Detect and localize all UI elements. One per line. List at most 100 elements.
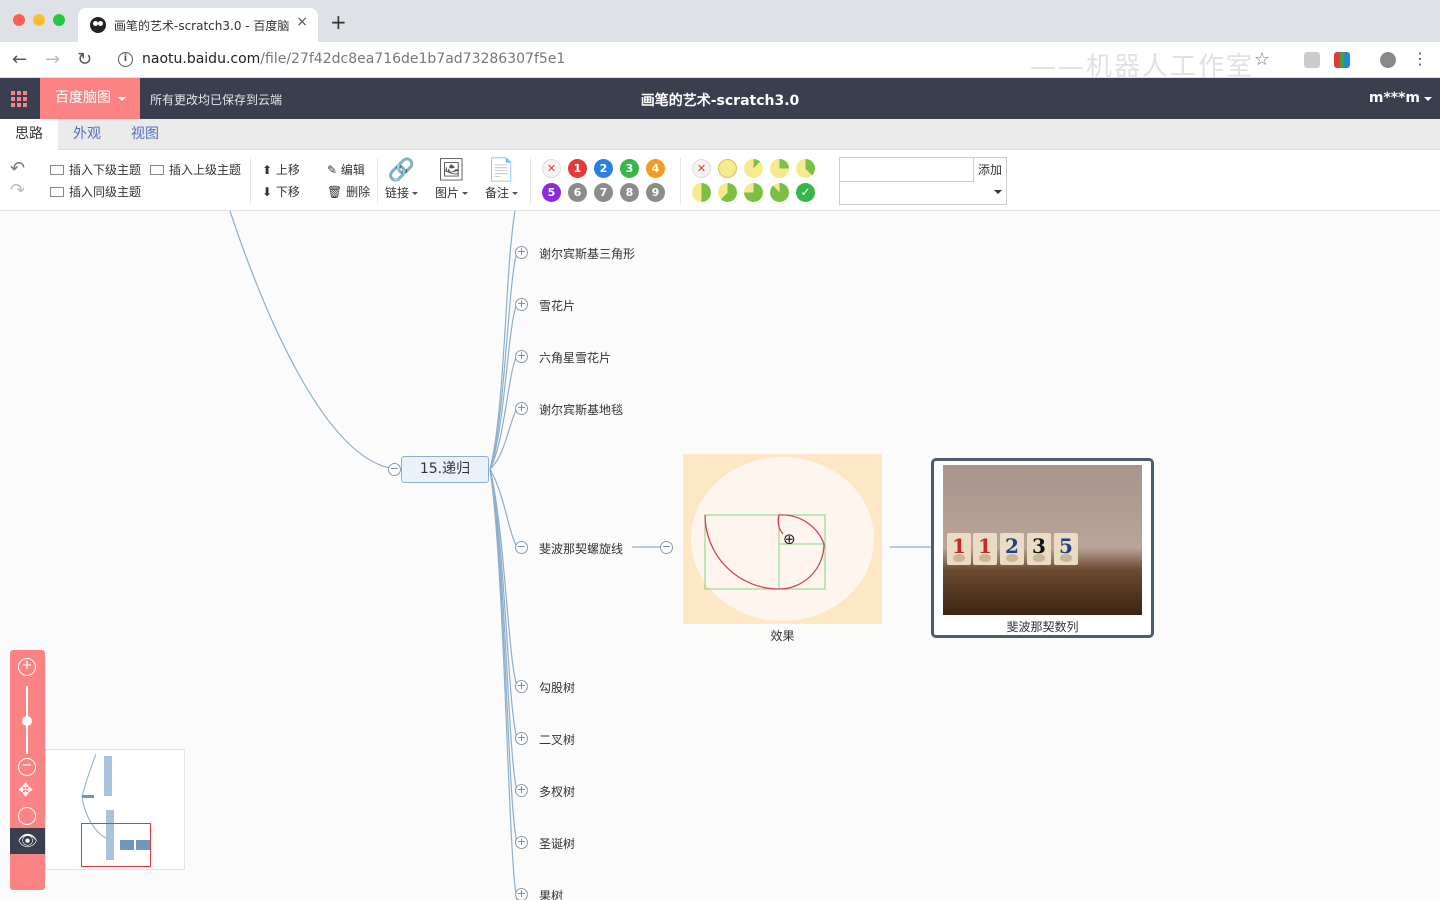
image-button[interactable]: 🖼 图片	[435, 158, 469, 201]
tab-close-icon[interactable]: ×	[296, 14, 308, 30]
main-topic-node[interactable]: 15.递归	[401, 456, 489, 483]
expand-toggle[interactable]: +	[515, 732, 528, 745]
mindmap-canvas[interactable]: + 谢尔宾斯基三角形 + 雪花片 + 六角星雪花片 + 谢尔宾斯基地毯 − 15…	[0, 211, 1440, 900]
progress-2-icon[interactable]	[770, 159, 789, 178]
expand-toggle[interactable]: +	[515, 246, 528, 259]
tab-appearance[interactable]: 外观	[58, 119, 116, 150]
resource-dropdown[interactable]	[840, 182, 1006, 205]
close-window-button[interactable]	[13, 14, 25, 26]
topic-node-fibonacci[interactable]: 斐波那契螺旋线	[539, 540, 623, 557]
photo-node[interactable]: 1 1 2 3 5 斐波那契数列	[931, 458, 1154, 638]
collapse-toggle[interactable]: −	[515, 541, 528, 554]
redo-icon[interactable]: ↷	[10, 180, 25, 201]
priority-7-icon[interactable]: 7	[594, 183, 613, 202]
topic-node[interactable]: 二叉树	[539, 731, 575, 748]
insert-sibling-button[interactable]: 插入同级主题	[50, 183, 141, 200]
progress-7-icon[interactable]	[770, 183, 789, 202]
move-up-button[interactable]: ⬆ 上移	[262, 161, 300, 178]
delete-button[interactable]: 🗑 删除	[327, 183, 370, 200]
topic-node[interactable]: 谢尔宾斯基地毯	[539, 401, 623, 418]
expand-toggle[interactable]: +	[515, 680, 528, 693]
extension-colorful-icon[interactable]	[1334, 52, 1350, 68]
maximize-window-button[interactable]	[53, 14, 65, 26]
expand-toggle[interactable]: +	[515, 350, 528, 363]
insert-child-icon	[50, 165, 64, 175]
user-menu[interactable]: m***m	[1369, 90, 1433, 106]
reload-icon[interactable]: ↻	[77, 49, 92, 70]
priority-4-icon[interactable]: 4	[646, 159, 665, 178]
move-canvas-icon[interactable]: ✥	[18, 780, 33, 801]
priority-3-icon[interactable]: 3	[620, 159, 639, 178]
progress-clear-icon[interactable]: ✕	[692, 159, 711, 178]
priority-5-icon[interactable]: 5	[542, 183, 561, 202]
browser-tab[interactable]: 画笔的艺术-scratch3.0 - 百度脑图 ×	[78, 8, 318, 42]
insert-child-button[interactable]: 插入下级主题	[50, 161, 141, 178]
link-label: 链接	[385, 186, 410, 200]
progress-done-check-icon[interactable]: ✓	[796, 183, 815, 202]
profile-avatar-icon[interactable]	[1380, 52, 1396, 68]
bookmark-star-icon[interactable]: ☆	[1254, 49, 1270, 70]
topic-node[interactable]: 圣诞树	[539, 835, 575, 852]
move-down-button[interactable]: ⬇ 下移	[262, 183, 300, 200]
insert-sibling-icon	[50, 187, 64, 197]
resource-input[interactable]	[840, 158, 974, 182]
number-block: 1	[973, 533, 997, 565]
number-block: 3	[1027, 533, 1051, 565]
zoom-slider-handle[interactable]	[22, 716, 32, 726]
link-button[interactable]: 🔗 链接	[385, 158, 419, 201]
expand-toggle[interactable]: +	[515, 888, 528, 900]
progress-3-icon[interactable]	[796, 159, 815, 178]
progress-1-icon[interactable]	[744, 159, 763, 178]
url-text: naotu.baidu.com/file/27f42dc8ea716de1b7a…	[142, 51, 565, 67]
url-host: naotu.baidu.com	[142, 51, 261, 67]
zoom-in-icon[interactable]: +	[18, 658, 36, 676]
expand-toggle[interactable]: +	[515, 836, 528, 849]
progress-0-icon[interactable]	[718, 159, 737, 178]
expand-toggle[interactable]: +	[515, 298, 528, 311]
topic-node[interactable]: 果树	[539, 887, 563, 900]
progress-4-icon[interactable]	[692, 183, 711, 202]
expand-toggle[interactable]: +	[515, 402, 528, 415]
priority-6-icon[interactable]: 6	[568, 183, 587, 202]
topic-node[interactable]: 多杈树	[539, 783, 575, 800]
progress-5-icon[interactable]	[718, 183, 737, 202]
move-up-label: 上移	[275, 163, 300, 177]
insert-child-label: 插入下级主题	[69, 163, 142, 177]
toggle-minimap-eye-icon[interactable]: 👁	[10, 828, 45, 854]
progress-6-icon[interactable]	[744, 183, 763, 202]
topic-node[interactable]: 六角星雪花片	[539, 349, 611, 366]
forward-arrow-icon[interactable]: →	[45, 49, 60, 70]
priority-1-icon[interactable]: 1	[568, 159, 587, 178]
topic-node[interactable]: 勾股树	[539, 679, 575, 696]
tab-idea[interactable]: 思路	[0, 119, 58, 151]
extension-icon[interactable]	[1304, 52, 1320, 68]
priority-clear-icon[interactable]: ✕	[542, 159, 561, 178]
priority-8-icon[interactable]: 8	[620, 183, 639, 202]
resource-add-button[interactable]: 添加	[978, 161, 1002, 178]
undo-icon[interactable]: ↶	[10, 158, 25, 179]
expand-toggle[interactable]: +	[515, 784, 528, 797]
priority-2-icon[interactable]: 2	[594, 159, 613, 178]
new-tab-button[interactable]: +	[330, 10, 347, 34]
link-icon: 🔗	[387, 158, 416, 183]
back-arrow-icon[interactable]: ←	[12, 49, 27, 70]
topic-node[interactable]: 雪花片	[539, 297, 575, 314]
tab-view[interactable]: 视图	[116, 119, 174, 150]
edit-button[interactable]: ✎ 编辑	[327, 161, 365, 178]
minimap[interactable]	[45, 749, 185, 870]
image-icon: 🖼	[437, 158, 466, 183]
browser-menu-icon[interactable]: ⋮	[1412, 49, 1428, 68]
minimap-viewport[interactable]	[81, 823, 151, 867]
topic-node[interactable]: 谢尔宾斯基三角形	[539, 245, 635, 262]
collapse-toggle[interactable]: −	[388, 463, 401, 476]
site-info-icon[interactable]: i	[118, 52, 133, 67]
zoom-out-icon[interactable]: −	[18, 758, 36, 776]
document-title[interactable]: 画笔的艺术-scratch3.0	[0, 90, 1440, 110]
insert-parent-button[interactable]: 插入上级主题	[150, 161, 241, 178]
collapse-toggle[interactable]: −	[660, 541, 673, 554]
priority-9-icon[interactable]: 9	[646, 183, 665, 202]
minimize-window-button[interactable]	[33, 14, 45, 26]
locate-icon[interactable]	[18, 807, 36, 825]
note-button[interactable]: 📄 备注	[485, 158, 519, 201]
spiral-image-node[interactable]: ⊕	[683, 454, 882, 624]
